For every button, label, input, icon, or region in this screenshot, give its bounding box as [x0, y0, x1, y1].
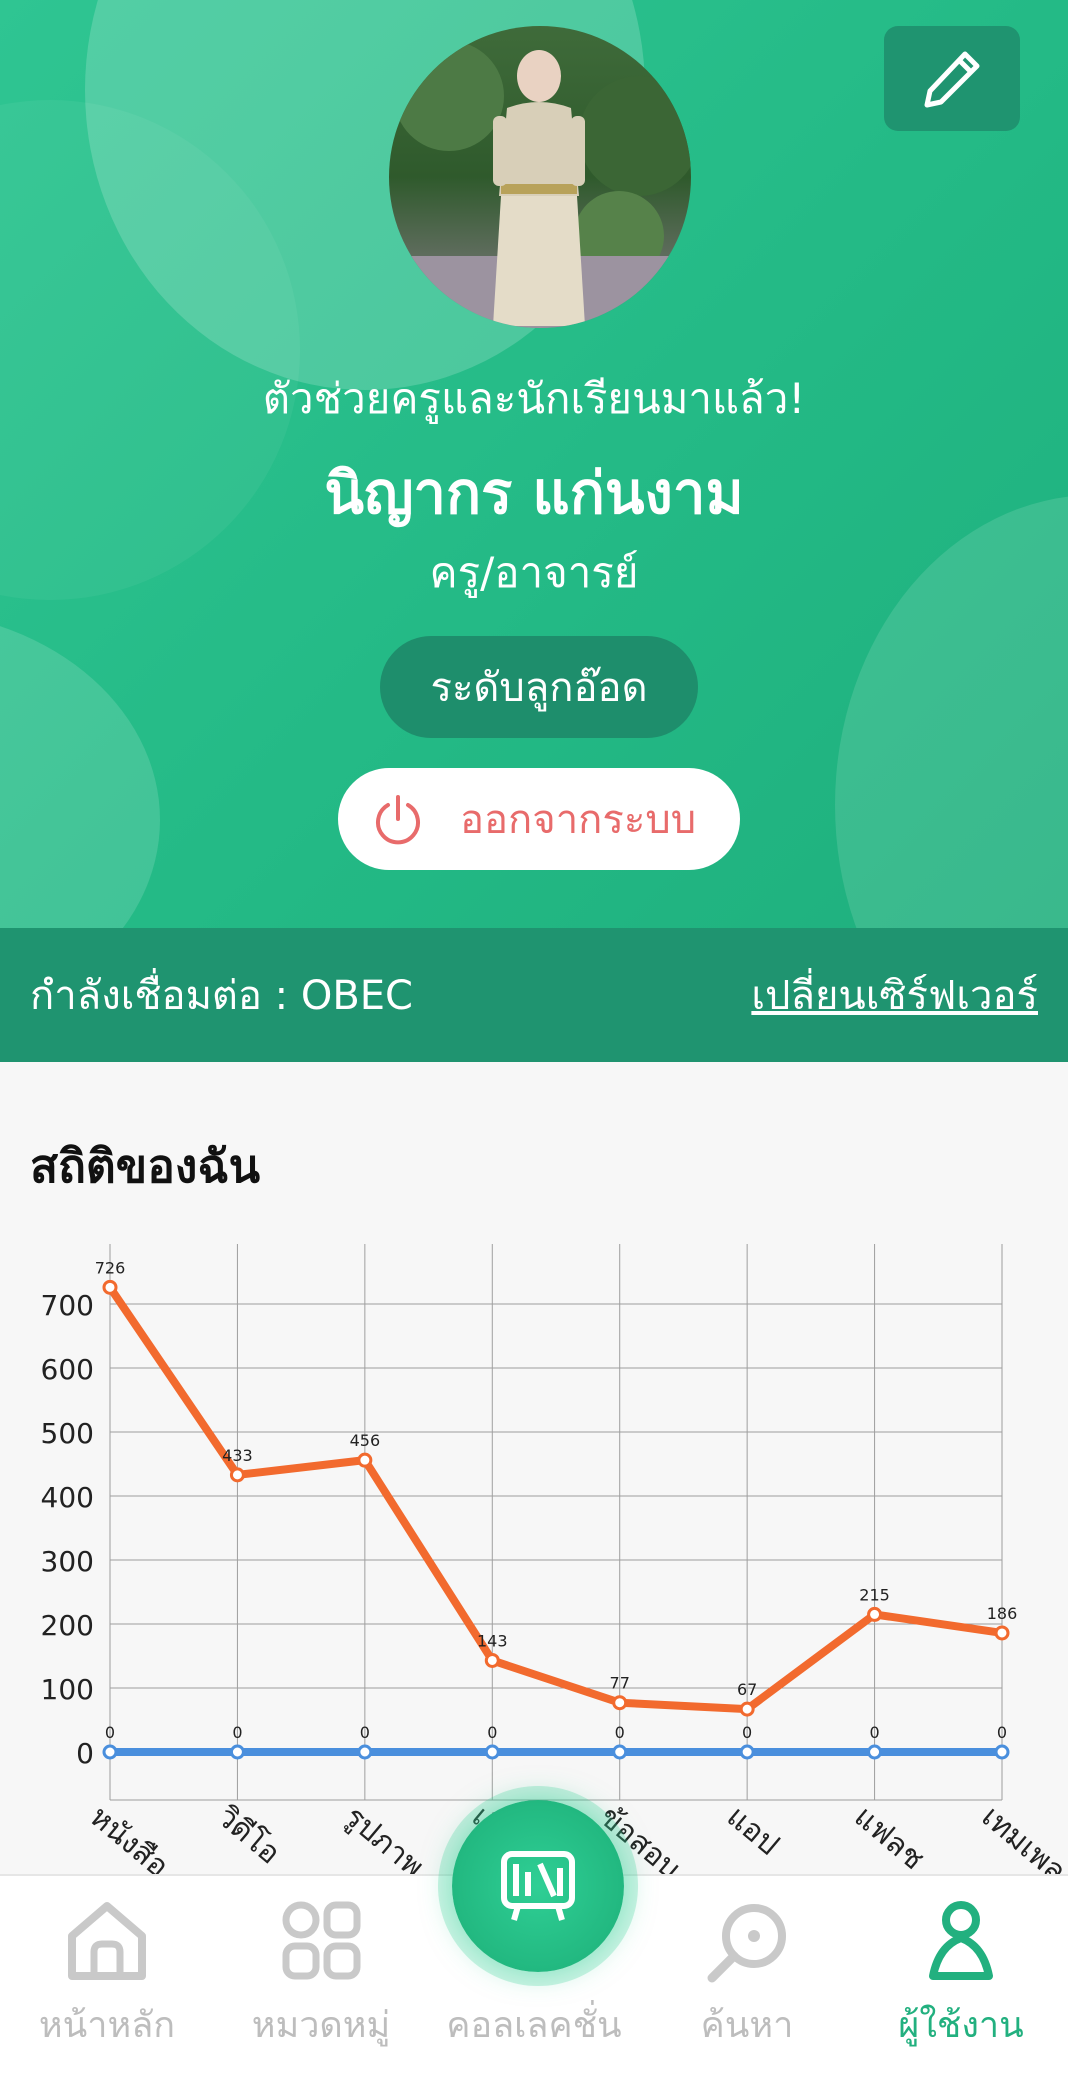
search-icon [707, 1904, 786, 1983]
data-label: 0 [105, 1723, 115, 1742]
data-point [357, 1452, 373, 1468]
stats-line-chart: 01002003004005006007000 0 0 0 0 0 0 07264334561… [41, 1244, 1068, 1880]
data-label: 0 [487, 1723, 497, 1742]
logout-button[interactable]: ออกจากระบบ [338, 768, 740, 870]
y-tick-label: 500 [41, 1417, 94, 1450]
y-tick-label: 200 [41, 1609, 94, 1642]
data-point [102, 1279, 118, 1295]
nav-label: หมวดหมู่ [251, 2005, 391, 2046]
connection-status: กำลังเชื่อมต่อ : OBEC [30, 973, 413, 1019]
data-label: 186 [987, 1604, 1018, 1623]
user-icon [929, 1901, 993, 1980]
collection-icon [501, 1851, 575, 1921]
power-icon [376, 795, 420, 845]
user-role: ครู/อาจารย์ [429, 548, 639, 597]
logout-label: ออกจากระบบ [460, 797, 697, 843]
data-point [484, 1652, 500, 1668]
data-label: 143 [477, 1631, 508, 1650]
nav-item-search[interactable]: ค้นหา [640, 1876, 854, 2098]
switch-server-link[interactable]: เปลี่ยนเซิร์ฟเวอร์ [751, 963, 1038, 1027]
pencil-icon [924, 51, 980, 107]
series-line [106, 1285, 1003, 1714]
data-point [867, 1744, 883, 1760]
nav-item-user[interactable]: ผู้ใช้งาน [854, 1876, 1068, 2098]
y-tick-label: 0 [76, 1737, 94, 1770]
data-point [102, 1744, 118, 1760]
data-point [739, 1744, 755, 1760]
data-point [867, 1606, 883, 1622]
x-tick-label: วิดีโอ [210, 1798, 287, 1871]
data-label: 67 [737, 1680, 757, 1699]
category-icon [282, 1901, 361, 1980]
avatar-photo [389, 26, 691, 328]
data-label: 0 [360, 1723, 370, 1742]
server-bar: กำลังเชื่อมต่อ : OBEC เปลี่ยนเซิร์ฟเวอร์ [0, 928, 1068, 1062]
profile-header: ตัวช่วยครูและนักเรียนมาแล้ว! นิญากร แก่น… [0, 0, 1068, 1062]
data-label: 0 [615, 1723, 625, 1742]
data-point [357, 1744, 373, 1760]
data-point [994, 1625, 1010, 1641]
y-tick-label: 700 [41, 1289, 94, 1322]
data-point [739, 1701, 755, 1717]
data-label: 726 [95, 1258, 126, 1277]
data-label: 433 [222, 1446, 253, 1465]
y-tick-label: 600 [41, 1353, 94, 1386]
y-tick-label: 400 [41, 1481, 94, 1514]
x-tick-label: รูปภาพ [338, 1799, 431, 1880]
level-badge[interactable]: ระดับลูกอ๊อด [380, 636, 698, 738]
level-label: ระดับลูกอ๊อด [430, 665, 648, 711]
data-label: 0 [997, 1723, 1007, 1742]
x-tick-label: แอป [720, 1799, 786, 1862]
data-label: 456 [350, 1431, 381, 1450]
nav-item-home[interactable]: หน้าหลัก [0, 1876, 214, 2098]
user-name: นิญากร แก่นงาม [324, 459, 744, 527]
avatar[interactable] [389, 26, 691, 328]
y-tick-label: 100 [41, 1673, 94, 1706]
nav-label: คอลเลคชั่น [446, 2005, 622, 2046]
collection-fab[interactable] [452, 1800, 624, 1972]
data-point [229, 1744, 245, 1760]
nav-label: ผู้ใช้งาน [898, 2005, 1024, 2046]
x-tick-label: เทมเพลต [975, 1799, 1068, 1880]
data-label: 0 [869, 1723, 879, 1742]
data-point [229, 1467, 245, 1483]
stats-title: สถิติของฉัน [30, 1139, 261, 1193]
data-point [612, 1744, 628, 1760]
home-icon [68, 1902, 146, 1980]
y-tick-label: 300 [41, 1545, 94, 1578]
data-point [612, 1695, 628, 1711]
x-tick-label: หนังสือ [83, 1799, 175, 1880]
data-label: 0 [742, 1723, 752, 1742]
x-tick-label: แฟลช [847, 1799, 930, 1877]
tagline: ตัวช่วยครูและนักเรียนมาแล้ว! [262, 374, 806, 423]
data-label: 77 [610, 1674, 630, 1693]
nav-item-category[interactable]: หมวดหมู่ [214, 1876, 428, 2098]
data-point [484, 1744, 500, 1760]
data-label: 215 [859, 1585, 890, 1604]
nav-label: หน้าหลัก [38, 2005, 176, 2046]
data-point [994, 1744, 1010, 1760]
data-label: 0 [232, 1723, 242, 1742]
edit-profile-button[interactable] [884, 26, 1020, 131]
nav-label: ค้นหา [700, 2005, 794, 2046]
